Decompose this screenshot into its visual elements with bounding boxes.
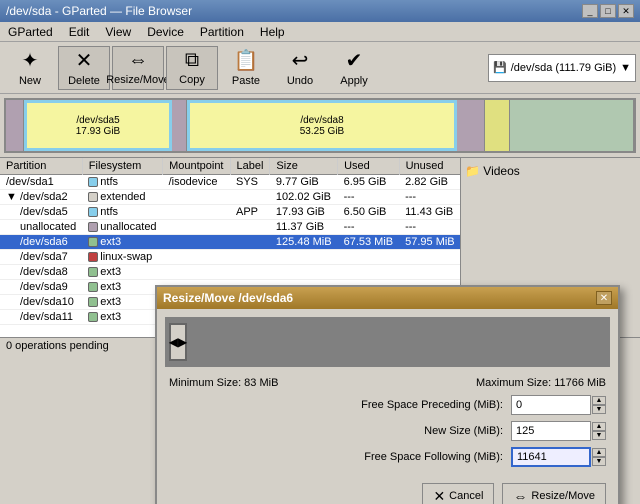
min-size-label: Minimum Size: 83 MiB [169, 377, 278, 389]
newsize-spinner: ▲ ▼ [592, 422, 606, 440]
preceding-input[interactable] [511, 395, 591, 415]
newsize-label: New Size (MiB): [169, 425, 511, 437]
modal-overlay: Resize/Move /dev/sda6 ✕ ◀▶ Minimum Size:… [0, 0, 640, 504]
following-input[interactable] [511, 447, 591, 467]
modal-info: Minimum Size: 83 MiB Maximum Size: 11766… [157, 375, 618, 391]
modal-form: Free Space Preceding (MiB): ▲ ▼ New Size… [157, 391, 618, 477]
following-input-wrap: ▲ ▼ [511, 447, 606, 467]
cancel-icon: ✕ [433, 488, 445, 504]
dialog-close-button[interactable]: ✕ [596, 291, 612, 305]
preceding-spinner: ▲ ▼ [592, 396, 606, 414]
resize-bar: ◀▶ [165, 317, 610, 367]
dialog-titlebar: Resize/Move /dev/sda6 ✕ [157, 287, 618, 309]
newsize-down[interactable]: ▼ [592, 431, 606, 440]
resize-handle-left[interactable]: ◀▶ [169, 323, 187, 361]
newsize-up[interactable]: ▲ [592, 422, 606, 431]
newsize-input-wrap: ▲ ▼ [511, 421, 606, 441]
following-down[interactable]: ▼ [592, 457, 606, 466]
preceding-label: Free Space Preceding (MiB): [169, 399, 511, 411]
dialog-title: Resize/Move /dev/sda6 [163, 291, 293, 305]
resize-apply-icon: ⇔ [513, 488, 527, 504]
preceding-input-wrap: ▲ ▼ [511, 395, 606, 415]
preceding-down[interactable]: ▼ [592, 405, 606, 414]
following-up[interactable]: ▲ [592, 448, 606, 457]
newsize-input[interactable] [511, 421, 591, 441]
following-label: Free Space Following (MiB): [169, 451, 511, 463]
form-row-following: Free Space Following (MiB): ▲ ▼ [169, 447, 606, 467]
form-row-preceding: Free Space Preceding (MiB): ▲ ▼ [169, 395, 606, 415]
preceding-up[interactable]: ▲ [592, 396, 606, 405]
form-row-newsize: New Size (MiB): ▲ ▼ [169, 421, 606, 441]
max-size-label: Maximum Size: 11766 MiB [476, 377, 606, 389]
cancel-button[interactable]: ✕ Cancel [422, 483, 494, 504]
following-spinner: ▲ ▼ [592, 448, 606, 466]
resize-move-dialog: Resize/Move /dev/sda6 ✕ ◀▶ Minimum Size:… [155, 285, 620, 504]
resize-fill [165, 317, 610, 367]
dialog-buttons: ✕ Cancel ⇔ Resize/Move [157, 477, 618, 504]
resize-move-apply-button[interactable]: ⇔ Resize/Move [502, 483, 606, 504]
